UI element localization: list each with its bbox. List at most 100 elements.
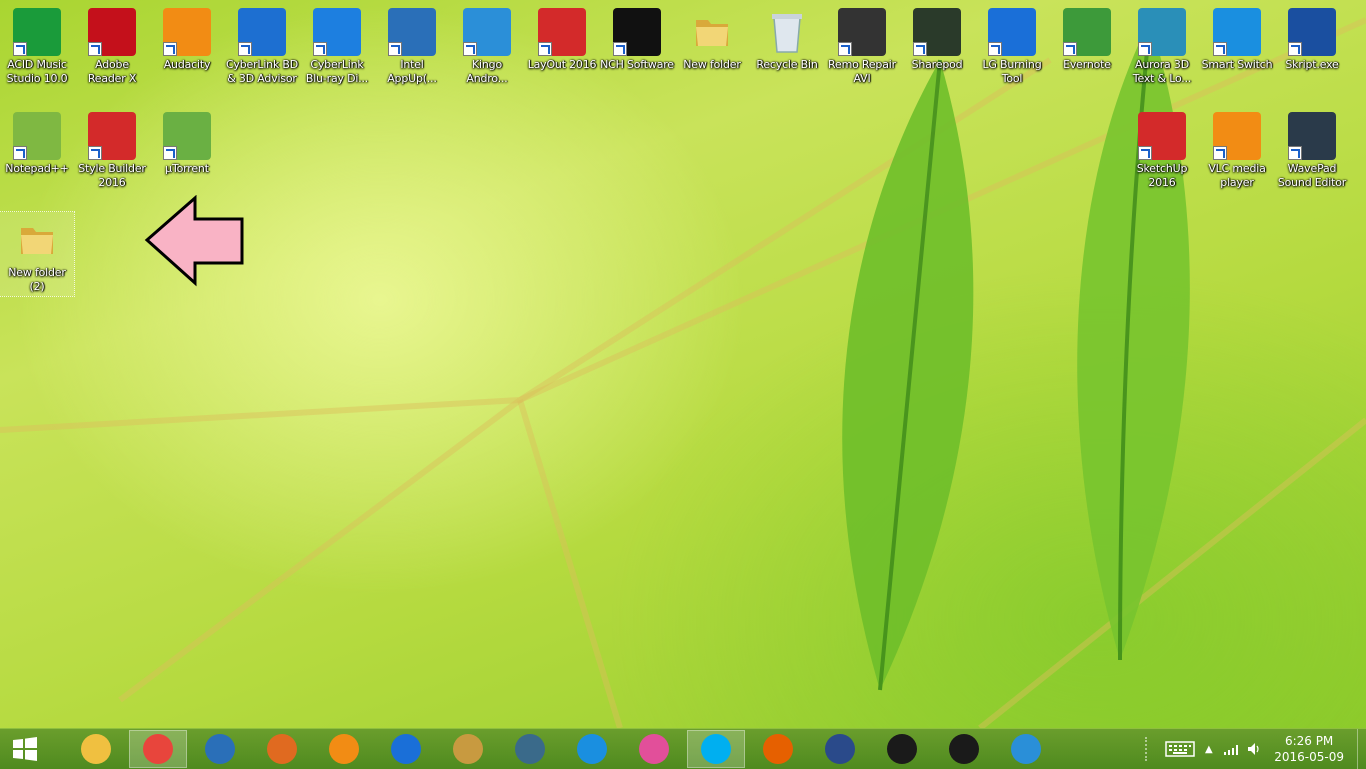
shortcut-arrow-icon	[613, 42, 627, 56]
keyboard-icon[interactable]	[1165, 740, 1195, 758]
app-puzzle-icon	[267, 734, 297, 764]
notepad-plus-icon	[13, 112, 61, 160]
desktop-icon-style-builder[interactable]: Style Builder 2016	[75, 108, 149, 190]
courthouse-icon	[453, 734, 483, 764]
desktop-icon-acid-music[interactable]: ACID Music Studio 10.0	[0, 4, 74, 86]
desktop-icon-cyberlink-bluray[interactable]: CyberLink Blu-ray Di...	[300, 4, 374, 86]
kingo-android-icon	[463, 8, 511, 56]
desktop-icon-cyberlink-bd[interactable]: CyberLink BD & 3D Advisor	[225, 4, 299, 86]
show-hidden-icons-chevron-icon[interactable]: ▲	[1205, 744, 1213, 755]
desktop-icon-folder[interactable]: New folder	[675, 4, 749, 72]
shortcut-arrow-icon	[163, 146, 177, 160]
desktop-icon-smart-switch[interactable]: Smart Switch	[1200, 4, 1274, 72]
skript-icon	[1288, 8, 1336, 56]
taskbar-app-safari[interactable]	[997, 730, 1055, 768]
taskbar-app-skype[interactable]	[687, 730, 745, 768]
desktop-icon-label: Kingo Andro...	[466, 58, 508, 85]
aurora-3d-icon	[1138, 8, 1186, 56]
desktop-icon-sketchup[interactable]: SketchUp 2016	[1125, 108, 1199, 190]
taskbar-app-remote-desktop[interactable]	[811, 730, 869, 768]
desktop-icon-lg-burning[interactable]: LG Burning Tool	[975, 4, 1049, 86]
pink-pointer-arrow	[144, 195, 244, 287]
cyberlink-bluray-icon	[313, 8, 361, 56]
desktop-icon-label: Recycle Bin	[756, 58, 818, 71]
desktop-icon-intel-appup[interactable]: Intel AppUp(...	[375, 4, 449, 86]
taskbar-app-file-explorer[interactable]	[67, 730, 125, 768]
desktop-icon-label: Evernote	[1063, 58, 1111, 71]
style-builder-icon	[88, 112, 136, 160]
taskbar-app-video-player[interactable]	[315, 730, 373, 768]
intel-appup-icon	[388, 8, 436, 56]
clock-date: 2016-05-09	[1274, 750, 1344, 764]
network-signal-icon[interactable]	[1223, 742, 1241, 756]
desktop-icon-label: WavePad Sound Editor	[1277, 162, 1347, 189]
taskbar: ▲ 6:26 PM 2016-05-09	[0, 728, 1366, 769]
video-player-icon	[329, 734, 359, 764]
desktop-icon-layout[interactable]: LayOut 2016	[525, 4, 599, 72]
volume-icon[interactable]	[1247, 742, 1263, 756]
desktop-icon-label: Aurora 3D Text & Lo...	[1132, 58, 1192, 85]
taskbar-app-firefox[interactable]	[749, 730, 807, 768]
taskbar-app-app-puzzle[interactable]	[253, 730, 311, 768]
taskbar-app-malwarebytes[interactable]	[377, 730, 435, 768]
desktop-icon-wavepad[interactable]: WavePad Sound Editor	[1275, 108, 1349, 190]
desktop-icon-label: New folder (2)	[8, 266, 66, 293]
desktop-icon-notepad-plus[interactable]: Notepad++	[0, 108, 74, 176]
adobe-reader-icon	[88, 8, 136, 56]
desktop-icon-remo-repair[interactable]: Remo Repair AVI	[825, 4, 899, 86]
sketchup-icon	[1138, 112, 1186, 160]
sharepod-icon	[913, 8, 961, 56]
remote-desktop-icon	[825, 734, 855, 764]
desktop-icon-label: LG Burning Tool	[982, 58, 1042, 85]
taskbar-app-wondershare[interactable]	[191, 730, 249, 768]
taskbar-app-media-play[interactable]	[935, 730, 993, 768]
taskbar-app-film[interactable]	[501, 730, 559, 768]
safari-icon	[1011, 734, 1041, 764]
shortcut-arrow-icon	[1288, 42, 1302, 56]
shortcut-arrow-icon	[463, 42, 477, 56]
desktop-icon-adobe-reader[interactable]: Adobe Reader X	[75, 4, 149, 86]
layout-icon	[538, 8, 586, 56]
vlc-icon	[1213, 112, 1261, 160]
acid-music-icon	[13, 8, 61, 56]
desktop-icon-audacity[interactable]: Audacity	[150, 4, 224, 72]
itunes-icon	[639, 734, 669, 764]
desktop-icon-evernote[interactable]: Evernote	[1050, 4, 1124, 72]
desktop-icon-vlc[interactable]: VLC media player	[1200, 108, 1274, 190]
recycle-bin-icon	[763, 8, 811, 56]
nch-software-icon	[613, 8, 661, 56]
shortcut-arrow-icon	[838, 42, 852, 56]
taskbar-app-chrome[interactable]	[129, 730, 187, 768]
desktop-icon-recycle-bin[interactable]: Recycle Bin	[750, 4, 824, 72]
desktop-icon-utorrent[interactable]: µTorrent	[150, 108, 224, 176]
desktop-icon-nch-software[interactable]: NCH Software	[600, 4, 674, 72]
taskbar-app-courthouse[interactable]	[439, 730, 497, 768]
windows-start-icon	[13, 737, 37, 761]
show-desktop-button[interactable]	[1357, 729, 1366, 769]
desktop-icon-label: CyberLink BD & 3D Advisor	[225, 58, 299, 85]
desktop-icon-aurora-3d[interactable]: Aurora 3D Text & Lo...	[1125, 4, 1199, 86]
desktop-icon-label: Intel AppUp(...	[387, 58, 437, 85]
taskbar-grip	[1145, 737, 1159, 761]
taskbar-app-qq[interactable]	[563, 730, 621, 768]
start-button[interactable]	[0, 730, 50, 768]
shortcut-arrow-icon	[1213, 146, 1227, 160]
taskbar-app-hypercam[interactable]	[873, 730, 931, 768]
smart-switch-icon	[1213, 8, 1261, 56]
firefox-icon	[763, 734, 793, 764]
hypercam-icon	[887, 734, 917, 764]
system-tray: ▲	[1145, 729, 1263, 769]
film-icon	[515, 734, 545, 764]
desktop-icon-sharepod[interactable]: Sharepod	[900, 4, 974, 72]
clock[interactable]: 6:26 PM 2016-05-09	[1274, 733, 1344, 765]
shortcut-arrow-icon	[238, 42, 252, 56]
desktop-icon-skript[interactable]: Skript.exe	[1275, 4, 1349, 72]
desktop-icon-label: Remo Repair AVI	[828, 58, 896, 85]
taskbar-app-itunes[interactable]	[625, 730, 683, 768]
desktop-icon-kingo-android[interactable]: Kingo Andro...	[450, 4, 524, 86]
utorrent-icon	[163, 112, 211, 160]
desktop-icon-folder[interactable]: New folder (2)	[0, 211, 75, 297]
lg-burning-icon	[988, 8, 1036, 56]
desktop-icon-label: µTorrent	[165, 162, 209, 175]
shortcut-arrow-icon	[313, 42, 327, 56]
